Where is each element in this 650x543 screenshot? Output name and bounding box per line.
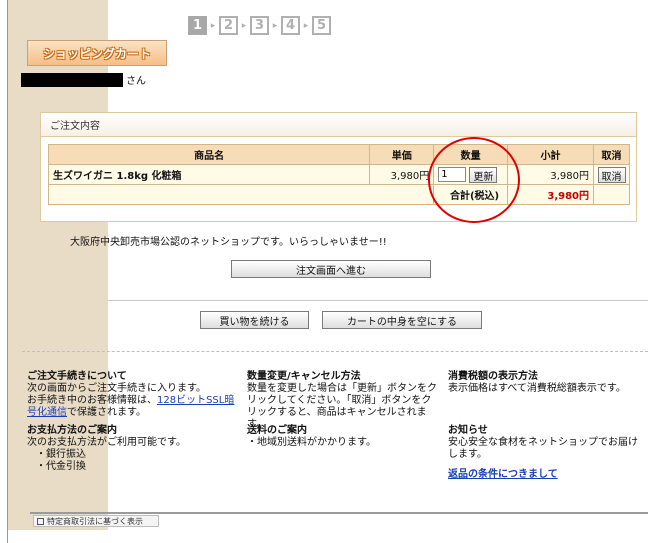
user-name-redacted (21, 72, 123, 87)
proceed-to-order-button[interactable]: 注文画面へ進む (231, 260, 431, 278)
info-text: 表示価格はすべて消費税総額表示です。 (448, 383, 626, 394)
info-text: 次の画面からご注文手続きに入ります。 (27, 383, 206, 394)
step-3: 3 (250, 16, 269, 35)
item-subtotal: 3,980円 (507, 164, 594, 185)
cancel-cell: 取消 (593, 164, 630, 185)
welcome-message: 大阪府中央卸売市場公認のネットショップです。いらっしゃいませー!! (70, 237, 387, 248)
update-button[interactable]: 更新 (469, 166, 498, 183)
step-4: 4 (281, 16, 300, 35)
step-2: 2 (219, 16, 238, 35)
step-5: 5 (312, 16, 331, 35)
info-text-part: お手続き中のお客様情報は、 (27, 395, 157, 406)
column-header-product: 商品名 (47, 144, 371, 165)
step-arrow-icon: ▸ (303, 20, 309, 31)
total-label: 合計(税込) (433, 184, 509, 205)
info-title: 消費税額の表示方法 (448, 371, 538, 382)
info-text: 安心安全な食材をネットショップでお届けします。 (448, 437, 638, 460)
order-heading: ご注文内容 (41, 113, 636, 137)
info-notice: お知らせ 安心安全な食材をネットショップでお届けします。 返品の条件につきまして (448, 425, 640, 481)
info-tax: 消費税額の表示方法 表示価格はすべて消費税総額表示です。 (448, 371, 640, 395)
empty-cart-button[interactable]: カートの中身を空にする (322, 311, 482, 329)
table-row: 生ズワイガニ 1.8kg 化粧箱 3,980円 更新 3,980円 取消 (47, 164, 630, 185)
cancel-button[interactable]: 取消 (597, 166, 626, 183)
total-row: 合計(税込) 3,980円 (47, 184, 630, 205)
total-spacer (47, 184, 435, 205)
info-title: お知らせ (448, 425, 488, 436)
cart-header-row: 商品名 単価 数量 小計 取消 (47, 144, 630, 165)
square-icon (37, 517, 44, 525)
step-arrow-icon: ▸ (272, 20, 278, 31)
cart-table: 商品名 単価 数量 小計 取消 生ズワイガニ 1.8kg 化粧箱 3,980円 … (47, 144, 630, 205)
dashed-divider (22, 351, 648, 352)
info-text: ・地域別送料がかかります。 (247, 437, 376, 448)
info-title: ご注文手続きについて (27, 371, 127, 382)
info-text: お手続き中のお客様情報は、128ビットSSL暗号化通信で保護されます。 (27, 395, 239, 419)
step-1: 1 (188, 16, 207, 35)
total-value: 3,980円 (507, 184, 594, 205)
unit-price: 3,980円 (369, 164, 435, 185)
order-contents-box: ご注文内容 商品名 単価 数量 小計 取消 生ズワイガニ 1.8kg 化粧箱 3… (40, 112, 637, 222)
info-quantity-change: 数量変更/キャンセル方法 数量を変更した場合は「更新」ボタンをクリックしてくださ… (247, 371, 439, 431)
info-title: お支払方法のご案内 (27, 425, 117, 436)
info-shipping: 送料のご案内 ・地域別送料がかかります。 (247, 425, 439, 449)
payment-method: ・代金引換 (36, 461, 86, 472)
quantity-input[interactable] (438, 167, 467, 182)
info-title: 送料のご案内 (247, 425, 307, 436)
divider (108, 300, 648, 301)
step-arrow-icon: ▸ (241, 20, 247, 31)
payment-method: ・銀行振込 (36, 449, 86, 460)
step-arrow-icon: ▸ (210, 20, 216, 31)
info-title: 数量変更/キャンセル方法 (247, 371, 361, 382)
info-text: 数量を変更した場合は「更新」ボタンをクリックしてください。「取消」ボタンをクリッ… (247, 383, 437, 430)
column-header-unit-price: 単価 (369, 144, 435, 165)
shopping-cart-logo: ショッピングカート (27, 40, 167, 66)
step-indicator: 1 ▸ 2 ▸ 3 ▸ 4 ▸ 5 (188, 16, 331, 35)
footer-divider (30, 512, 648, 514)
info-order-procedure: ご注文手続きについて 次の画面からご注文手続きに入ります。 お手続き中のお客様情… (27, 371, 239, 419)
product-name: 生ズワイガニ 1.8kg 化粧箱 (47, 164, 371, 185)
commerce-law-link[interactable]: 特定商取引法に基づく表示 (33, 515, 159, 527)
info-payment: お支払方法のご案内 次のお支払方法がご利用可能です。 ・銀行振込 ・代金引換 (27, 425, 239, 473)
info-text-part: で保護されます。 (67, 407, 146, 418)
user-suffix: さん (126, 76, 146, 87)
commerce-law-label: 特定商取引法に基づく表示 (47, 516, 143, 526)
user-greeting: さん (21, 72, 146, 87)
info-text: 次のお支払方法がご利用可能です。 (27, 437, 186, 448)
column-header-subtotal: 小計 (507, 144, 594, 165)
return-policy-link[interactable]: 返品の条件につきまして (448, 469, 558, 480)
column-header-quantity: 数量 (433, 144, 509, 165)
quantity-cell: 更新 (433, 164, 509, 185)
continue-shopping-button[interactable]: 買い物を続ける (200, 311, 309, 329)
column-header-cancel: 取消 (593, 144, 630, 165)
total-blank (593, 184, 630, 205)
